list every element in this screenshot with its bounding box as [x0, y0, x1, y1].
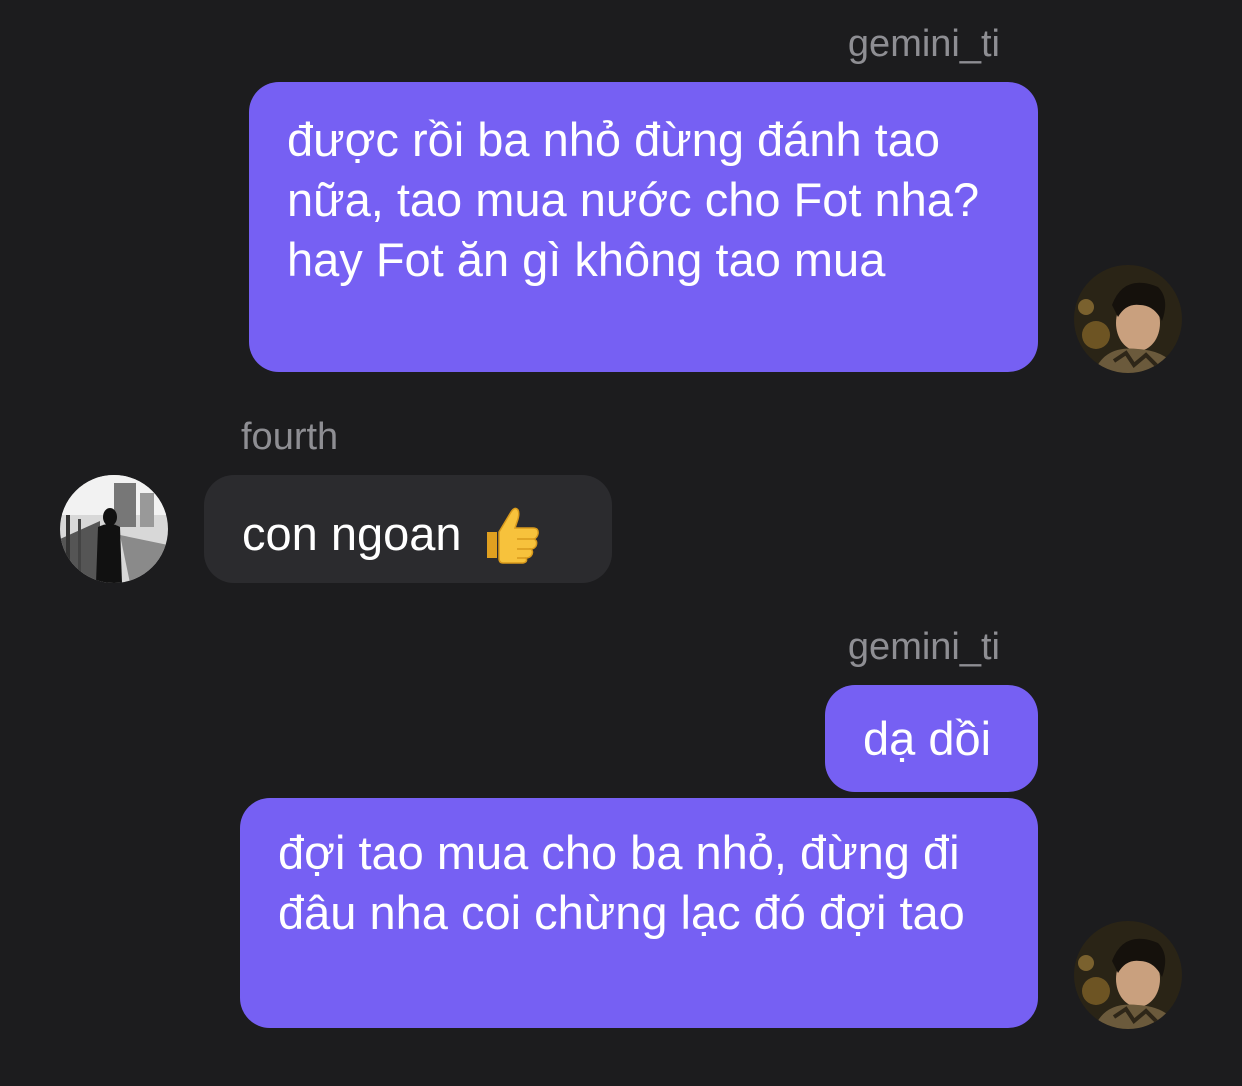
avatar[interactable] — [1074, 265, 1182, 373]
message-bubble[interactable]: đợi tao mua cho ba nhỏ, đừng đi đâu nha … — [240, 798, 1038, 1028]
message-bubble[interactable]: được rồi ba nhỏ đừng đánh tao nữa, tao m… — [249, 82, 1038, 372]
avatar[interactable] — [1074, 921, 1182, 1029]
thumbs-up-icon — [481, 502, 543, 578]
avatar-photo-icon — [1074, 921, 1182, 1029]
sender-name: fourth — [241, 416, 339, 458]
message-text: con ngoan — [242, 507, 462, 560]
message-bubble[interactable]: dạ dồi — [825, 685, 1038, 792]
avatar[interactable] — [60, 475, 168, 583]
sender-name: gemini_ti — [847, 626, 1000, 668]
avatar-photo-icon — [1074, 265, 1182, 373]
avatar-photo-icon — [60, 475, 168, 583]
sender-name: gemini_ti — [847, 23, 1000, 65]
message-bubble[interactable]: con ngoan — [204, 475, 612, 583]
